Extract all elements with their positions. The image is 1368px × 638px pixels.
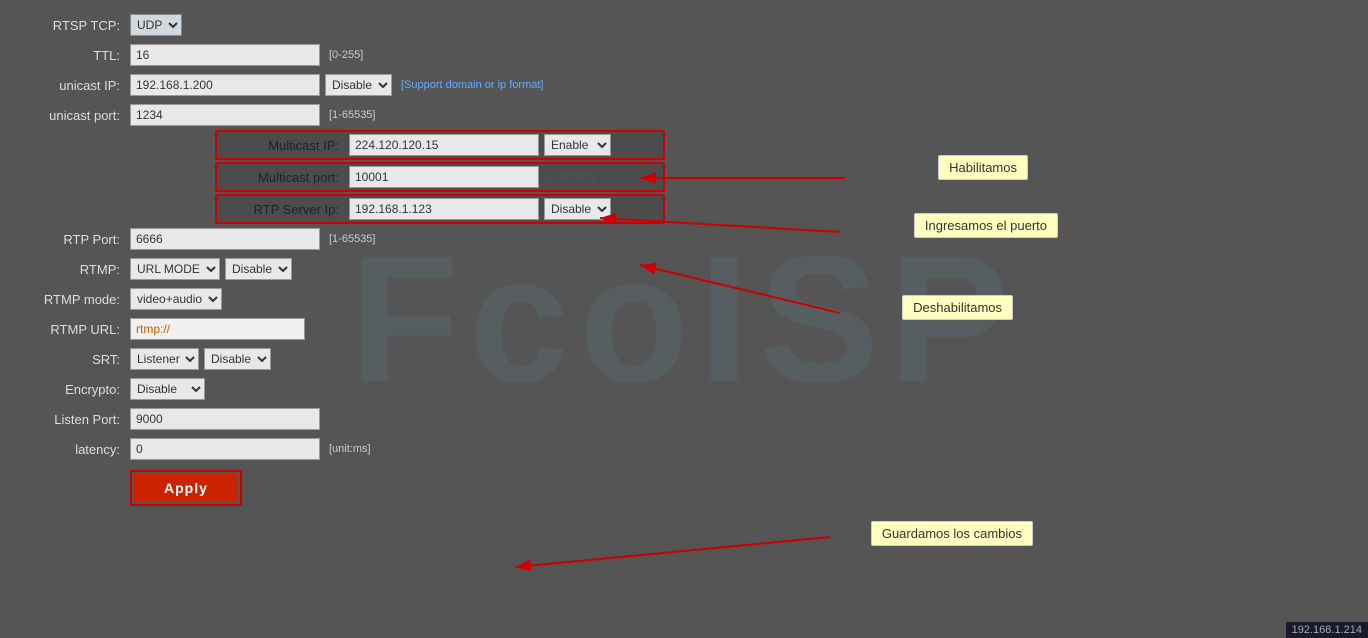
main-content: RTSP TCP: UDP TCP TTL: [0-255] unicast I… <box>0 0 1368 512</box>
srt-label: SRT: <box>0 352 130 367</box>
multicast-ip-input[interactable] <box>349 134 539 156</box>
annotation-deshabilitamos: Deshabilitamos <box>902 295 1013 320</box>
ttl-hint: [0-255] <box>329 49 363 61</box>
multicast-ip-row: Multicast IP: Enable Disable <box>215 130 665 160</box>
rtsp-tcp-label: RTSP TCP: <box>0 18 130 33</box>
srt-row: SRT: Listener Caller Disable Enable <box>0 344 1368 374</box>
listen-port-label: Listen Port: <box>0 412 130 427</box>
rtp-port-controls: [1-65535] <box>130 228 1368 250</box>
rtp-port-row: RTP Port: [1-65535] <box>0 224 1368 254</box>
unicast-port-row: unicast port: [1-65535] <box>0 100 1368 130</box>
listen-port-row: Listen Port: <box>0 404 1368 434</box>
annotation-guardamos-cambios: Guardamos los cambios <box>871 521 1033 546</box>
srt-select1[interactable]: Listener Caller <box>130 348 199 370</box>
unicast-ip-select[interactable]: Disable Enable <box>325 74 392 96</box>
rtp-server-ip-controls: Disable Enable <box>349 198 661 220</box>
latency-label: latency: <box>0 442 130 457</box>
rtmp-url-row: RTMP URL: <box>0 314 1368 344</box>
srt-controls: Listener Caller Disable Enable <box>130 348 1368 370</box>
ttl-controls: [0-255] <box>130 44 1368 66</box>
encrypto-controls: Disable AES-128 AES-192 AES-256 <box>130 378 1368 400</box>
srt-select2[interactable]: Disable Enable <box>204 348 271 370</box>
multicast-port-controls: [1-65535] <box>349 166 661 188</box>
unicast-ip-input[interactable] <box>130 74 320 96</box>
apply-row: Apply <box>0 464 1368 512</box>
encrypto-select[interactable]: Disable AES-128 AES-192 AES-256 <box>130 378 205 400</box>
rtp-server-ip-row: RTP Server Ip: Disable Enable <box>215 194 665 224</box>
rtmp-url-label: RTMP URL: <box>0 322 130 337</box>
multicast-ip-label: Multicast IP: <box>219 138 349 153</box>
unicast-port-input[interactable] <box>130 104 320 126</box>
multicast-port-row: Multicast port: [1-65535] <box>215 162 665 192</box>
unicast-port-hint: [1-65535] <box>329 109 375 121</box>
rtmp-mode-select[interactable]: video+audio video audio <box>130 288 222 310</box>
latency-controls: [unit:ms] <box>130 438 1368 460</box>
rtmp-controls: URL MODE RTSP URL Disable Enable <box>130 258 1368 280</box>
annotation-ingresamos-puerto: Ingresamos el puerto <box>914 213 1058 238</box>
rtmp-select1[interactable]: URL MODE RTSP URL <box>130 258 220 280</box>
rtp-server-ip-label: RTP Server Ip: <box>219 202 349 217</box>
rtmp-mode-label: RTMP mode: <box>0 292 130 307</box>
rtp-server-ip-select[interactable]: Disable Enable <box>544 198 611 220</box>
listen-port-input[interactable] <box>130 408 320 430</box>
ttl-input[interactable] <box>130 44 320 66</box>
apply-button[interactable]: Apply <box>134 474 238 502</box>
rtsp-tcp-select[interactable]: UDP TCP <box>130 14 182 36</box>
rtmp-url-controls <box>130 318 1368 340</box>
rtp-port-input[interactable] <box>130 228 320 250</box>
ttl-row: TTL: [0-255] <box>0 40 1368 70</box>
annotation-habilitamos: Habilitamos <box>938 155 1028 180</box>
multicast-port-hint: [1-65535] <box>548 171 594 183</box>
multicast-ip-select[interactable]: Enable Disable <box>544 134 611 156</box>
rtmp-mode-row: RTMP mode: video+audio video audio <box>0 284 1368 314</box>
unicast-ip-controls: Disable Enable [Support domain or ip for… <box>130 74 1368 96</box>
unicast-port-controls: [1-65535] <box>130 104 1368 126</box>
unicast-ip-row: unicast IP: Disable Enable [Support doma… <box>0 70 1368 100</box>
encrypto-label: Encrypto: <box>0 382 130 397</box>
unicast-port-label: unicast port: <box>0 108 130 123</box>
multicast-port-input[interactable] <box>349 166 539 188</box>
unicast-ip-hint: [Support domain or ip format] <box>401 79 543 91</box>
encrypto-row: Encrypto: Disable AES-128 AES-192 AES-25… <box>0 374 1368 404</box>
ip-display: 192.168.1.214 <box>1286 622 1368 638</box>
rtp-server-ip-input[interactable] <box>349 198 539 220</box>
rtsp-tcp-controls: UDP TCP <box>130 14 1368 36</box>
rtmp-label: RTMP: <box>0 262 130 277</box>
apply-controls: Apply <box>130 470 1368 506</box>
apply-button-wrapper: Apply <box>130 470 242 506</box>
rtp-port-hint: [1-65535] <box>329 233 375 245</box>
rtmp-select2[interactable]: Disable Enable <box>225 258 292 280</box>
multicast-port-label: Multicast port: <box>219 170 349 185</box>
unicast-ip-label: unicast IP: <box>0 78 130 93</box>
rtmp-url-input[interactable] <box>130 318 305 340</box>
rtmp-row: RTMP: URL MODE RTSP URL Disable Enable <box>0 254 1368 284</box>
ttl-label: TTL: <box>0 48 130 63</box>
multicast-ip-controls: Enable Disable <box>349 134 661 156</box>
latency-hint: [unit:ms] <box>329 443 371 455</box>
rtmp-mode-controls: video+audio video audio <box>130 288 1368 310</box>
latency-row: latency: [unit:ms] <box>0 434 1368 464</box>
rtp-port-label: RTP Port: <box>0 232 130 247</box>
listen-port-controls <box>130 408 1368 430</box>
rtsp-tcp-row: RTSP TCP: UDP TCP <box>0 10 1368 40</box>
latency-input[interactable] <box>130 438 320 460</box>
